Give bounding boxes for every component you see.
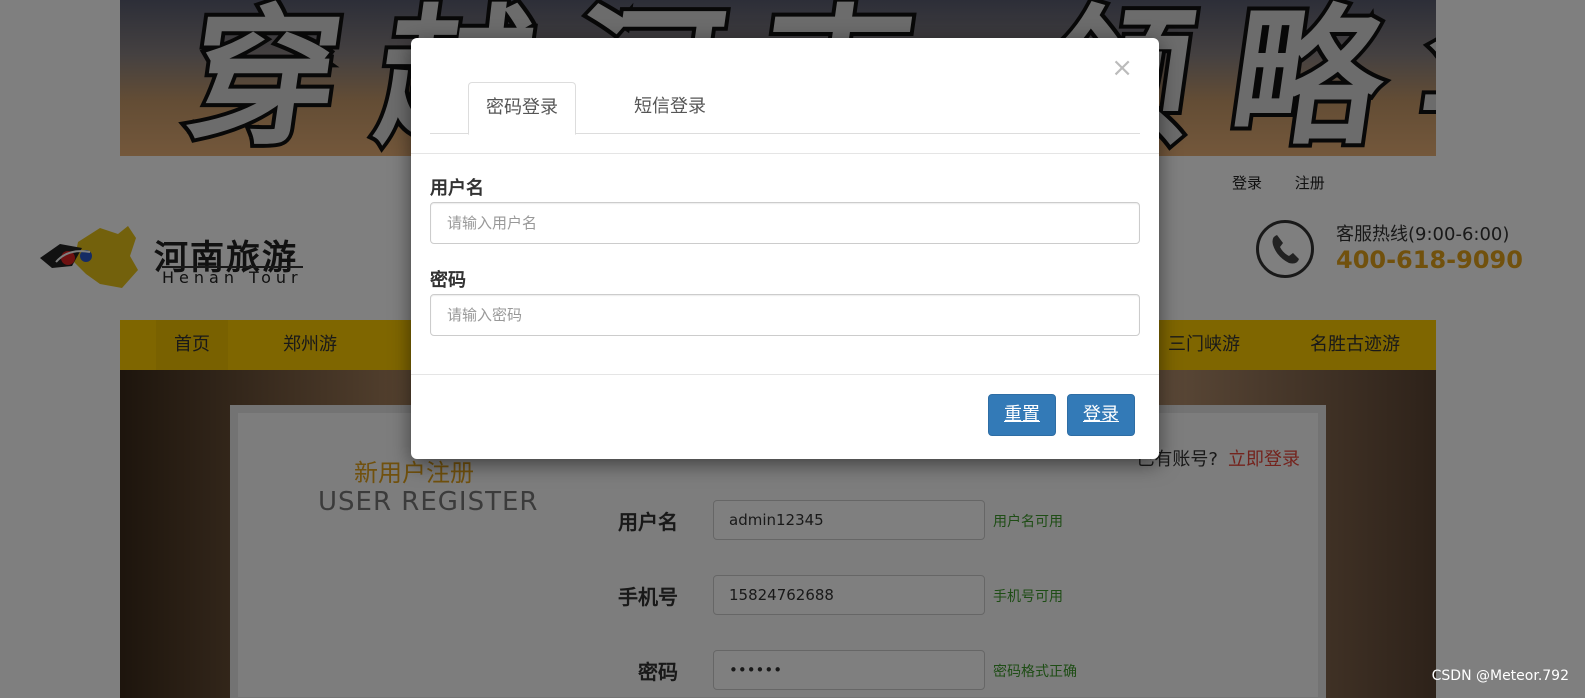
modal-footer-divider xyxy=(411,374,1159,375)
reset-button[interactable]: 重置 xyxy=(988,394,1056,436)
close-icon[interactable]: × xyxy=(1111,54,1133,82)
tab-password-login[interactable]: 密码登录 xyxy=(468,82,576,135)
password-input[interactable] xyxy=(430,294,1140,336)
login-tabs: 密码登录 短信登录 xyxy=(430,82,1140,135)
username-label: 用户名 xyxy=(430,178,484,199)
login-button[interactable]: 登录 xyxy=(1067,394,1135,436)
csdn-watermark: CSDN @Meteor.792 xyxy=(1431,668,1569,684)
modal-header-divider xyxy=(411,153,1159,154)
tab-sms-login[interactable]: 短信登录 xyxy=(616,82,724,134)
username-input[interactable] xyxy=(430,202,1140,244)
password-label: 密码 xyxy=(430,270,466,291)
login-modal: × 密码登录 短信登录 用户名 密码 重置 登录 xyxy=(411,38,1159,459)
